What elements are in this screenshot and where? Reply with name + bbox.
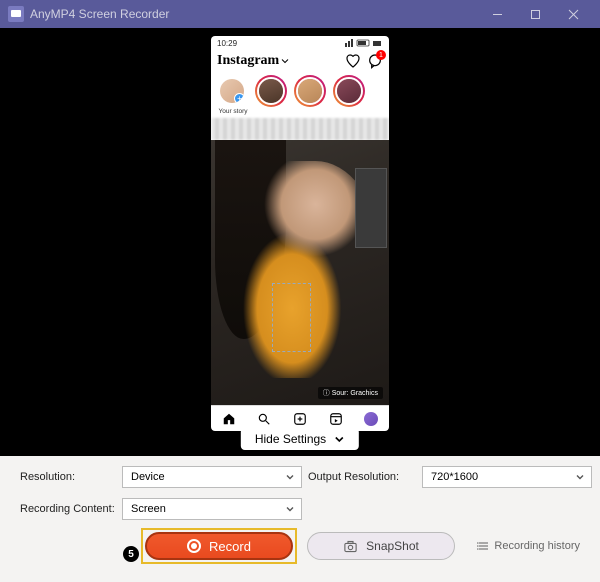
chevron-down-icon [281,57,289,65]
instagram-header: Instagram 1 [211,50,389,72]
phone-statusbar: 10:29 [211,36,389,50]
snapshot-label: SnapShot [366,539,419,553]
maximize-button[interactable] [516,0,554,28]
phone-time: 10:29 [217,39,237,48]
minimize-button[interactable] [478,0,516,28]
stories-row: + Your story [211,72,389,118]
recording-content-select[interactable]: Screen [122,498,302,520]
chevron-down-icon [334,434,345,445]
instagram-logo: Instagram [217,53,279,69]
settings-panel: Resolution: Device Output Resolution: 72… [0,456,600,582]
story-label: Your story [216,108,250,115]
output-resolution-label: Output Resolution: [308,471,416,483]
titlebar: AnyMP4 Screen Recorder [0,0,600,28]
story-item [294,75,328,115]
editor-panel-overlay [355,168,387,248]
record-icon [187,539,201,553]
list-icon [477,540,489,552]
history-label: Recording history [494,540,580,552]
output-resolution-value: 720*1600 [431,471,478,483]
hide-settings-button[interactable]: Hide Settings [241,428,359,450]
selection-box [272,283,311,352]
add-story-icon: + [234,93,245,104]
action-row: 5 Record SnapShot Recording history [20,532,580,560]
output-resolution-select[interactable]: 720*1600 [422,466,592,488]
phone-status-icons [345,39,383,47]
app-title: AnyMP4 Screen Recorder [30,7,169,21]
preview-area: 10:29 Instagram 1 +Your story ⓘ Sour: Gr [0,28,600,456]
feed-header-blur [211,118,389,140]
resolution-label: Resolution: [20,471,116,483]
resolution-value: Device [131,471,165,483]
heart-icon [345,53,361,69]
profile-avatar [353,406,389,431]
record-label: Record [209,539,251,554]
close-button[interactable] [554,0,592,28]
story-item: + Your story [216,75,250,115]
chevron-down-icon [285,472,295,482]
chevron-down-icon [285,504,295,514]
notification-badge: 1 [376,50,386,60]
recording-content-value: Screen [131,503,166,515]
camera-icon [343,539,358,554]
recording-history-link[interactable]: Recording history [477,540,580,552]
messenger-icon: 1 [367,53,383,69]
home-icon [211,406,247,431]
story-item [333,75,367,115]
image-credit: ⓘ Sour: Grachics [318,387,383,399]
phone-preview: 10:29 Instagram 1 +Your story ⓘ Sour: Gr [211,36,389,431]
story-item [255,75,289,115]
snapshot-button[interactable]: SnapShot [307,532,455,560]
app-icon [8,6,24,22]
resolution-select[interactable]: Device [122,466,302,488]
feed-image: ⓘ Sour: Grachics [211,140,389,405]
step-number-badge: 5 [123,546,139,562]
record-button[interactable]: Record [145,532,293,560]
hide-settings-label: Hide Settings [255,432,326,446]
chevron-down-icon [575,472,585,482]
recording-content-label: Recording Content: [20,503,116,515]
